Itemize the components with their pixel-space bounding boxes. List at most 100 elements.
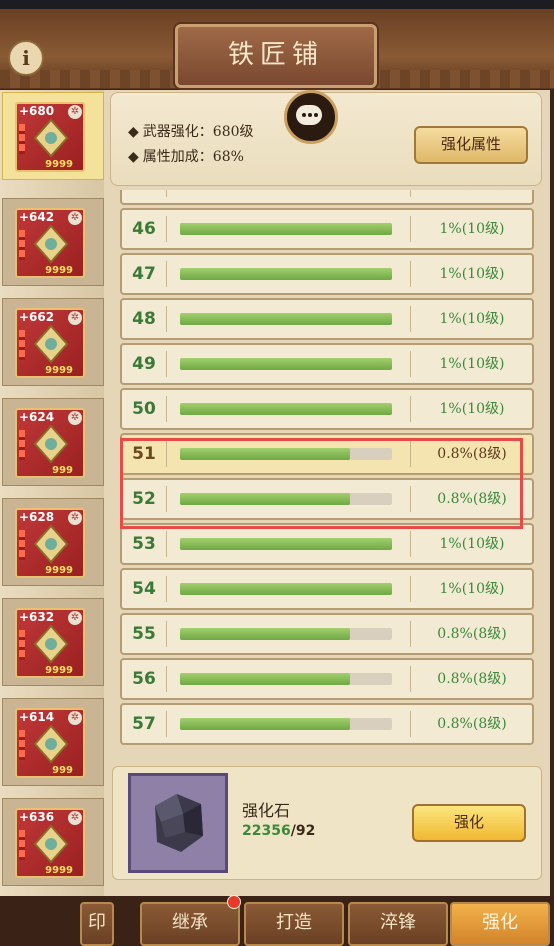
enhance-level: +614 xyxy=(19,710,55,724)
material-name: 强化石 xyxy=(242,801,291,820)
divider xyxy=(166,711,167,737)
enhance-level: +636 xyxy=(19,810,55,824)
ring-icon xyxy=(33,824,69,864)
divider xyxy=(166,351,167,377)
progress-fill xyxy=(180,268,392,280)
progress-fill xyxy=(180,583,392,595)
level-row: 46 1%(10级) xyxy=(120,208,534,250)
level-row: 47 1%(10级) xyxy=(120,253,534,295)
level-number: 49 xyxy=(132,354,156,374)
level-row: 49 1%(10级) xyxy=(120,343,534,385)
divider xyxy=(410,261,411,287)
level-bonus: 1%(10级) xyxy=(439,581,505,597)
enhance-level: +632 xyxy=(19,610,55,624)
level-bonus: 0.8%(8级) xyxy=(437,716,507,732)
material-count: 22356/92 xyxy=(242,823,315,839)
amulet-icon xyxy=(33,624,69,664)
material-required: 92 xyxy=(295,823,316,839)
stack-bar xyxy=(19,124,25,154)
enhance-level: +662 xyxy=(19,310,55,324)
item-count: 9999 xyxy=(45,365,73,376)
progress-track xyxy=(180,223,392,235)
progress-fill xyxy=(180,718,350,730)
divider xyxy=(166,190,167,197)
weapon-value: 680级 xyxy=(212,124,254,140)
notification-dot xyxy=(227,895,241,909)
weapon-label: 武器强化： xyxy=(142,124,213,140)
star-badge-icon: ✲ xyxy=(68,811,82,825)
necklace-icon xyxy=(33,524,69,564)
progress-fill xyxy=(180,403,392,415)
level-number: 47 xyxy=(132,264,156,284)
item-count: 9999 xyxy=(45,865,73,876)
divider xyxy=(166,306,167,332)
level-row: 50 1%(10级) xyxy=(120,388,534,430)
title-plaque: 铁匠铺 xyxy=(175,24,377,88)
divider xyxy=(166,396,167,422)
necklace-item: +628 ✲ 9999 xyxy=(15,508,85,578)
item-count: 999 xyxy=(52,765,73,776)
equipment-slot-dagger[interactable]: +680 ✲ 9999 xyxy=(2,92,104,180)
divider xyxy=(410,190,411,197)
info-button[interactable]: i xyxy=(8,40,44,76)
enhance-attribute-button[interactable]: 强化属性 xyxy=(414,126,528,164)
page-title: 铁匠铺 xyxy=(227,40,324,70)
attr-stat: ◆ 属性加成：68% xyxy=(128,146,244,166)
divider xyxy=(410,306,411,332)
level-bonus: 1%(10级) xyxy=(439,311,505,327)
boots-icon xyxy=(33,424,69,464)
level-bonus: 0.8%(8级) xyxy=(437,626,507,642)
progress-track xyxy=(180,538,392,550)
weapon-stat: ◆ 武器强化：680级 xyxy=(128,121,254,141)
level-number: 48 xyxy=(132,309,156,329)
tab-4[interactable]: 强化 xyxy=(450,902,550,946)
enhance-level: +624 xyxy=(19,410,55,424)
tab-3[interactable]: 淬锋 xyxy=(348,902,448,946)
level-number: 53 xyxy=(132,534,156,554)
robe-icon xyxy=(33,224,69,264)
attr-label: 属性加成： xyxy=(142,149,213,165)
stack-bar xyxy=(19,230,25,260)
level-row: 55 0.8%(8级) xyxy=(120,613,534,655)
equipment-slot-robe[interactable]: +642 ✲ 9999 xyxy=(2,198,104,286)
window-top-strip xyxy=(0,0,554,9)
progress-fill xyxy=(180,313,392,325)
progress-track xyxy=(180,313,392,325)
divider xyxy=(410,531,411,557)
level-row: 54 1%(10级) xyxy=(120,568,534,610)
item-count: 999 xyxy=(52,465,73,476)
divider xyxy=(410,216,411,242)
stack-bar xyxy=(19,330,25,360)
material-owned: 22356 xyxy=(242,823,291,839)
tab-0[interactable]: 印 xyxy=(80,902,114,946)
enhance-button[interactable]: 强化 xyxy=(412,804,526,842)
progress-track xyxy=(180,403,392,415)
tab-1[interactable]: 继承 xyxy=(140,902,240,946)
dagger-icon xyxy=(33,118,69,158)
enhance-level: +628 xyxy=(19,510,55,524)
level-bonus: 1%(10级) xyxy=(439,536,505,552)
chat-icon[interactable] xyxy=(284,90,338,144)
equipment-slot-boots[interactable]: +624 ✲ 999 xyxy=(2,398,104,486)
equipment-slot-necklace[interactable]: +628 ✲ 9999 xyxy=(2,498,104,586)
equipment-slot-belt[interactable]: +662 ✲ 9999 xyxy=(2,298,104,386)
divider xyxy=(166,621,167,647)
level-bonus: 1%(10级) xyxy=(439,221,505,237)
belt-icon xyxy=(33,324,69,364)
tab-2[interactable]: 打造 xyxy=(244,902,344,946)
star-badge-icon: ✲ xyxy=(68,411,82,425)
dagger-item: +680 ✲ 9999 xyxy=(15,102,85,172)
item-count: 9999 xyxy=(45,159,73,170)
equipment-slot-bracelet[interactable]: +614 ✲ 999 xyxy=(2,698,104,786)
progress-track xyxy=(180,628,392,640)
equipment-slot-ring[interactable]: +636 ✲ 9999 xyxy=(2,798,104,886)
divider xyxy=(166,666,167,692)
level-row: 53 1%(10级) xyxy=(120,523,534,565)
level-bonus: 1%(10级) xyxy=(439,356,505,372)
stack-bar xyxy=(19,830,25,860)
enhance-level: +680 xyxy=(19,104,55,118)
level-bonus: 1%(10级) xyxy=(439,401,505,417)
boots-item: +624 ✲ 999 xyxy=(15,408,85,478)
progress-track xyxy=(180,358,392,370)
equipment-slot-amulet[interactable]: +632 ✲ 9999 xyxy=(2,598,104,686)
